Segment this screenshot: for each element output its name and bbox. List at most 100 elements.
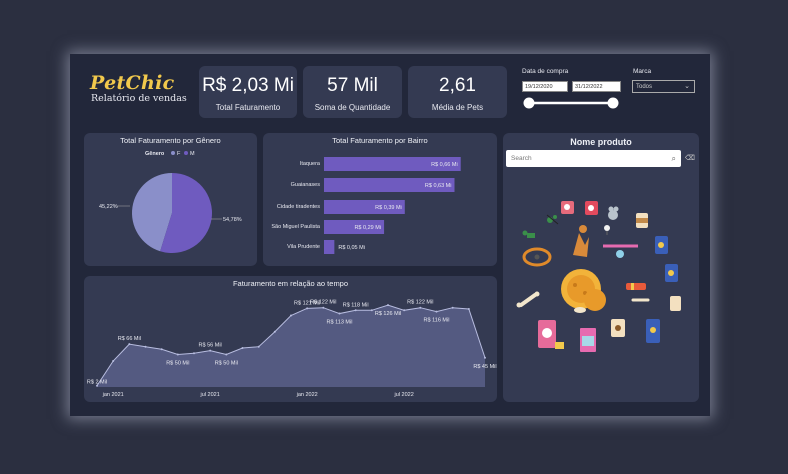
area-point[interactable]: [467, 308, 470, 310]
area-point[interactable]: [241, 347, 244, 349]
area-point[interactable]: [484, 356, 486, 359]
leash-icon[interactable]: [603, 244, 638, 258]
product-panel: Nome produto Search ⌕ ⌫: [503, 133, 699, 402]
mouse-toy-icon[interactable]: [608, 206, 619, 221]
data-label: R$ 56 Mil: [199, 343, 222, 349]
spiky-ball-small-icon[interactable]: [584, 289, 606, 311]
data-label: R$ 118 Mil: [343, 302, 369, 308]
area-point[interactable]: [370, 309, 373, 312]
treats-bag-icon[interactable]: [538, 320, 556, 348]
x-tick-label: jul 2022: [394, 392, 414, 398]
bug-toy-icon[interactable]: [546, 214, 559, 225]
bone-bag-icon[interactable]: [561, 201, 574, 214]
bar-value-label: R$ 0,66 Mi: [431, 162, 458, 168]
food-bowl-icon[interactable]: [574, 307, 586, 313]
data-label: R$ 122 Mil: [407, 300, 433, 306]
bar-category-label: Guaianases: [291, 182, 321, 188]
area-point[interactable]: [290, 314, 292, 317]
pet-treats-icon[interactable]: [585, 201, 598, 215]
area-point[interactable]: [354, 309, 357, 312]
legend-f[interactable]: F: [177, 151, 181, 157]
data-label: R$ 50 Mil: [215, 361, 238, 367]
area-point[interactable]: [128, 343, 131, 346]
date-end-input[interactable]: 31/12/2022: [572, 81, 621, 92]
area-point[interactable]: [225, 353, 228, 356]
date-start-input[interactable]: 19/12/2020: [522, 81, 568, 92]
logo: PetChic: [90, 72, 175, 94]
legend-m[interactable]: M: [190, 151, 195, 157]
area-point[interactable]: [273, 330, 276, 333]
dog-food-bag-icon[interactable]: [665, 264, 678, 282]
cat-food-box-icon[interactable]: [580, 328, 596, 352]
report-subtitle: Relatório de vendas: [91, 93, 187, 104]
dog-toy-icon[interactable]: [573, 225, 589, 257]
kpi-soma-quantidade: 57 Mil Soma de Quantidade: [303, 66, 402, 118]
kpi-value: 2,61: [439, 75, 476, 96]
food-bag-icon[interactable]: [655, 236, 668, 254]
time-chart-card: Faturamento em relação ao tempo R$ 2 Mil…: [84, 276, 497, 402]
pate-can-icon[interactable]: [611, 319, 625, 337]
bar-category-label: Itaquera: [300, 161, 321, 167]
kibble-bag-icon[interactable]: [646, 319, 660, 343]
area-point[interactable]: [306, 307, 309, 310]
area-point[interactable]: [112, 360, 115, 362]
kpi-label: Média de Pets: [431, 103, 484, 112]
legend-title: Gênero: [145, 151, 165, 157]
area-point[interactable]: [387, 304, 389, 307]
kpi-label: Soma de Quantidade: [314, 103, 391, 112]
area-point[interactable]: [144, 345, 147, 348]
data-label: R$ 126 Mil: [375, 311, 401, 317]
sachet-icon[interactable]: [555, 342, 564, 349]
bairro-chart-svg: Itaquera R$ 0,66 Mi Guaianases R$ 0,63 Mi Ci…: [271, 157, 461, 254]
bar-value-label: R$ 0,05 Mi: [338, 245, 365, 251]
area-point[interactable]: [160, 348, 163, 351]
food-can-small-icon[interactable]: [670, 296, 681, 311]
area-point[interactable]: [419, 306, 422, 309]
bairro-chart-card: Total Faturamento por Bairro Itaquera R$ …: [263, 133, 497, 266]
legend-swatch-f: [171, 151, 175, 155]
area-point[interactable]: [193, 352, 195, 355]
area-point[interactable]: [322, 306, 325, 309]
data-label: R$ 45 Mil: [473, 364, 496, 370]
area-point[interactable]: [451, 306, 454, 309]
bar-category-label: Vila Prudente: [287, 244, 320, 250]
bone-icon[interactable]: [516, 291, 540, 308]
brand-select[interactable]: Todos ⌄: [632, 80, 695, 93]
data-label: R$ 66 Mil: [118, 336, 141, 342]
bar[interactable]: [324, 240, 335, 254]
pie-group[interactable]: [131, 173, 212, 253]
legend-swatch-m: [184, 151, 188, 155]
area-point[interactable]: [209, 349, 212, 352]
bar-value-label: R$ 0,39 Mi: [375, 205, 402, 211]
data-label: R$ 122 Mil: [310, 300, 336, 306]
data-label: R$ 2 Mil: [87, 380, 107, 386]
area-point[interactable]: [176, 353, 179, 356]
bar-category-label: Cidade tiradentes: [277, 204, 320, 210]
gender-chart-card: Total Faturamento por Gênero Gênero F M …: [84, 133, 257, 266]
area-point[interactable]: [403, 309, 406, 312]
slider-handle-end[interactable]: [607, 97, 619, 109]
bar-value-label: R$ 0,63 Mi: [425, 183, 452, 189]
kpi-label: Total Faturamento: [215, 103, 281, 112]
area-point[interactable]: [257, 345, 260, 348]
kpi-value: 57 Mil: [327, 75, 378, 96]
date-filter-label: Data de compra: [522, 68, 569, 75]
food-can-icon[interactable]: [636, 213, 648, 228]
kpi-media-pets: 2,61 Média de Pets: [408, 66, 507, 118]
bar-value-label: R$ 0,29 Mi: [354, 225, 381, 231]
date-range-slider[interactable]: [520, 96, 626, 110]
pie-label-f: 45,22%: [99, 204, 118, 210]
bird-toy-icon[interactable]: [604, 225, 610, 235]
time-chart-svg: R$ 2 Mil R$ 66 Mil R$ 50 Mil R$ 56 Mil R$ 50…: [87, 300, 497, 398]
kpi-total-faturamento: R$ 2,03 Mi Total Faturamento: [199, 66, 297, 118]
slider-handle-start[interactable]: [523, 97, 535, 109]
dinosaur-toy-icon[interactable]: [522, 230, 536, 239]
x-tick-label: jan 2022: [296, 392, 318, 398]
data-label: R$ 113 Mil: [327, 320, 353, 326]
bar-category-label: São Miguel Paulista: [271, 224, 321, 230]
gender-chart-svg: Gênero F M 45,22% 54,78%: [99, 151, 242, 253]
area-point[interactable]: [435, 310, 438, 313]
collar-icon[interactable]: [522, 247, 552, 267]
brush-icon[interactable]: [626, 283, 646, 290]
area-point[interactable]: [338, 312, 341, 315]
